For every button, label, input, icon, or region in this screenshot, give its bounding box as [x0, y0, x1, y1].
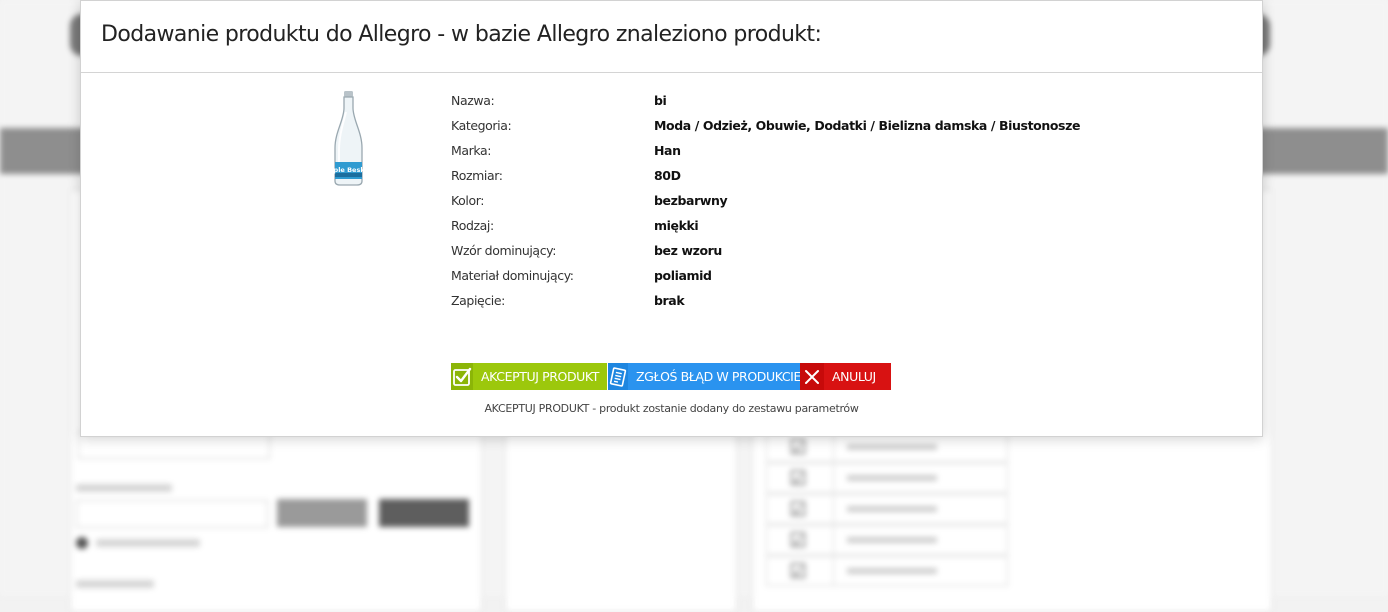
accept-product-label: AKCEPTUJ PRODUKT: [473, 363, 607, 390]
cancel-button[interactable]: ANULUJ: [800, 363, 891, 390]
accept-hint-text: AKCEPTUJ PRODUKT - produkt zostanie doda…: [484, 402, 859, 415]
param-label: Marka:: [451, 143, 492, 158]
param-row-size: Rozmiar: 80D: [451, 168, 1211, 193]
param-value: brak: [654, 293, 685, 308]
background-radio: [76, 537, 88, 549]
accept-product-button[interactable]: AKCEPTUJ PRODUKT: [451, 363, 607, 390]
background-button: [277, 499, 367, 527]
document-list-icon: [608, 363, 628, 390]
param-label: Kategoria:: [451, 118, 512, 133]
param-row-category: Kategoria: Moda / Odzież, Obuwie, Dodatk…: [451, 118, 1211, 143]
param-label: Wzór dominujący:: [451, 243, 557, 258]
param-row-name: Nazwa: bi: [451, 93, 1211, 118]
report-product-error-label: ZGŁOŚ BŁĄD W PRODUKCIE: [628, 363, 809, 390]
modal-divider: [81, 72, 1262, 73]
background-table-row: ☑: [766, 525, 1008, 555]
param-value: bez wzoru: [654, 243, 722, 258]
param-value: 80D: [654, 168, 681, 183]
svg-text:Krople Beskidu: Krople Beskidu: [321, 166, 377, 174]
cancel-label: ANULUJ: [824, 363, 891, 390]
checkbox-check-icon: [451, 363, 474, 390]
param-value: miękki: [654, 218, 699, 233]
param-value: Moda / Odzież, Obuwie, Dodatki / Bielizn…: [654, 118, 1081, 133]
param-value: poliamid: [654, 268, 712, 283]
bottle-image-icon: Krople Beskidu: [321, 91, 377, 186]
add-product-modal: Dodawanie produktu do Allegro - w bazie …: [80, 0, 1263, 437]
param-row-color: Kolor: bezbarwny: [451, 193, 1211, 218]
background-table-row: ☑: [766, 494, 1008, 524]
param-row-fastening: Zapięcie: brak: [451, 293, 1211, 318]
product-image: Krople Beskidu: [299, 88, 397, 186]
param-value: bezbarwny: [654, 193, 728, 208]
param-label: Kolor:: [451, 193, 485, 208]
param-label: Zapięcie:: [451, 293, 505, 308]
background-label-3: [76, 580, 154, 588]
param-row-pattern: Wzór dominujący: bez wzoru: [451, 243, 1211, 268]
modal-title: Dodawanie produktu do Allegro - w bazie …: [101, 22, 822, 47]
background-radio-label: [96, 539, 200, 547]
param-label: Rodzaj:: [451, 218, 494, 233]
param-label: Rozmiar:: [451, 168, 503, 183]
param-row-brand: Marka: Han: [451, 143, 1211, 168]
background-button-dark: [379, 499, 469, 527]
param-value: bi: [654, 93, 667, 108]
param-row-material: Materiał dominujący: poliamid: [451, 268, 1211, 293]
param-value: Han: [654, 143, 681, 158]
report-product-error-button[interactable]: ZGŁOŚ BŁĄD W PRODUKCIE: [608, 363, 809, 390]
background-table-row: ☑: [766, 556, 1008, 586]
background-table-row: ☑: [766, 463, 1008, 493]
close-x-icon: [800, 363, 824, 390]
background-label: [76, 484, 172, 492]
param-label: Nazwa:: [451, 93, 495, 108]
param-label: Materiał dominujący:: [451, 268, 574, 283]
param-row-type: Rodzaj: miękki: [451, 218, 1211, 243]
background-select-2: [76, 500, 268, 528]
